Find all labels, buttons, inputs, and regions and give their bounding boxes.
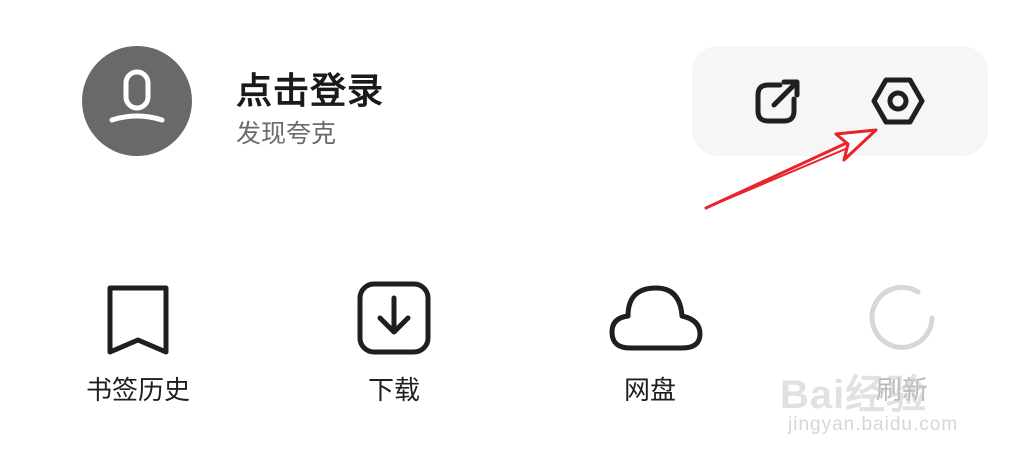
- shortcut-label: 刷新: [875, 376, 928, 406]
- login-title[interactable]: 点击登录: [236, 62, 384, 114]
- cloud-icon: [609, 278, 703, 358]
- share-export-icon: [755, 79, 800, 124]
- action-pill: [692, 46, 988, 156]
- shortcut-label: 书签历史: [85, 376, 190, 406]
- refresh-icon: [862, 278, 942, 358]
- shortcut-download[interactable]: 下载: [314, 272, 474, 422]
- profile-header[interactable]: 点击登录 发现夸克: [82, 46, 502, 158]
- avatar[interactable]: [82, 46, 192, 156]
- bookmark-icon: [98, 278, 178, 358]
- shortcut-cloud-drive[interactable]: 网盘: [570, 272, 730, 422]
- settings-button[interactable]: [870, 73, 926, 129]
- login-subtitle: 发现夸克: [236, 119, 337, 148]
- settings-hexagon-icon: [871, 77, 925, 125]
- shortcut-label: 下载: [367, 376, 420, 406]
- shortcut-refresh[interactable]: 刷新: [822, 272, 982, 422]
- shortcut-label: 网盘: [623, 376, 676, 406]
- shortcut-bookmarks-history[interactable]: 书签历史: [58, 272, 218, 422]
- share-button[interactable]: [750, 73, 806, 129]
- download-icon: [354, 278, 434, 358]
- user-silhouette-icon: [109, 69, 165, 123]
